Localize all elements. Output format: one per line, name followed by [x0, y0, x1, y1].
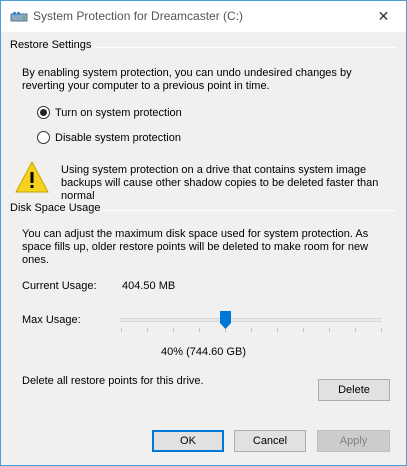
disk-space-heading: Disk Space Usage [10, 202, 105, 214]
warning-text-line2: backups will cause other shadow copies t… [61, 177, 379, 189]
current-usage-label: Current Usage: [22, 280, 97, 292]
disk-description-line3: ones. [22, 254, 49, 266]
restore-description-line1: By enabling system protection, you can u… [22, 67, 352, 79]
restore-description-line2: reverting your computer to a previous po… [22, 80, 270, 92]
warning-text-line1: Using system protection on a drive that … [61, 164, 367, 176]
turn-on-protection-label: Turn on system protection [55, 106, 182, 119]
radio-unselected-indicator [37, 131, 50, 144]
drive-icon [10, 10, 28, 24]
slider-tick [121, 328, 122, 332]
turn-on-protection-radio[interactable]: Turn on system protection [37, 106, 182, 119]
slider-tick [199, 328, 200, 332]
max-usage-label: Max Usage: [22, 314, 81, 326]
slider-tick [173, 328, 174, 332]
window-title: System Protection for Dreamcaster (C:) [33, 9, 244, 23]
delete-button-label: Delete [338, 384, 370, 396]
delete-button[interactable]: Delete [318, 379, 390, 401]
apply-button-label: Apply [339, 435, 368, 447]
warning-icon [15, 160, 49, 193]
cancel-button[interactable]: Cancel [234, 430, 306, 452]
slider-tick [355, 328, 356, 332]
slider-tick [147, 328, 148, 332]
apply-button[interactable]: Apply [317, 430, 390, 452]
ok-button-label: OK [180, 435, 196, 447]
restore-settings-heading: Restore Settings [10, 39, 96, 51]
cancel-button-label: Cancel [252, 435, 288, 447]
disk-description-line2: space fills up, older restore points wil… [22, 241, 369, 253]
disable-protection-label: Disable system protection [55, 131, 181, 144]
slider-tick [277, 328, 278, 332]
system-protection-dialog: System Protection for Dreamcaster (C:) ✕… [0, 0, 407, 466]
max-usage-readout: 40% (744.60 GB) [161, 346, 246, 358]
slider-tick [329, 328, 330, 332]
radio-selected-indicator [37, 106, 50, 119]
delete-restore-points-text: Delete all restore points for this drive… [22, 375, 204, 387]
close-icon: ✕ [377, 7, 390, 24]
slider-tick [251, 328, 252, 332]
ok-button[interactable]: OK [152, 430, 224, 452]
disk-description-line1: You can adjust the maximum disk space us… [22, 228, 369, 240]
slider-tick [381, 328, 382, 332]
max-usage-slider-track[interactable] [121, 318, 381, 322]
slider-tick [303, 328, 304, 332]
current-usage-value: 404.50 MB [122, 280, 176, 292]
title-bar: System Protection for Dreamcaster (C:) ✕ [1, 1, 406, 32]
disable-protection-radio[interactable]: Disable system protection [37, 131, 181, 144]
max-usage-slider-thumb[interactable] [220, 311, 231, 329]
close-button[interactable]: ✕ [361, 1, 406, 31]
